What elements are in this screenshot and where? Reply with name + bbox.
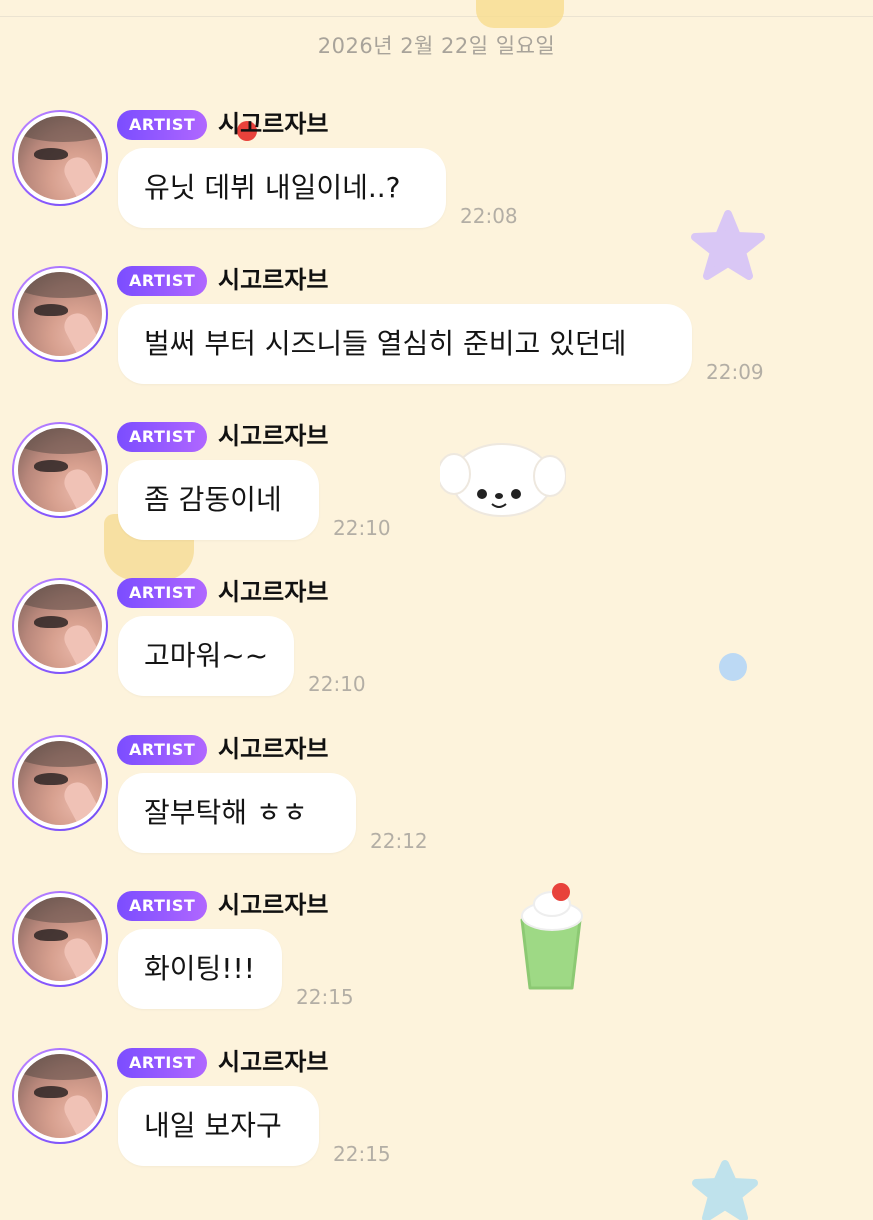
message-row: ARTIST 시고르자브 벌써 부터 시즈니들 열심히 준비고 있던데 22:0… [0, 266, 873, 416]
message-row: ARTIST 시고르자브 고마워~~ 22:10 [0, 578, 873, 728]
artist-badge: ARTIST [117, 578, 208, 608]
message-bubble[interactable]: 벌써 부터 시즈니들 열심히 준비고 있던데 [118, 304, 692, 384]
message-bubble[interactable]: 고마워~~ [118, 616, 294, 696]
message-timestamp: 22:15 [333, 1142, 391, 1166]
sender-name[interactable]: 시고르자브 [218, 733, 328, 765]
message-row: ARTIST 시고르자브 유닛 데뷔 내일이네..? 22:08 [0, 110, 873, 260]
message-row: ARTIST 시고르자브 화이팅!!! 22:15 [0, 891, 873, 1041]
artist-badge: ARTIST [117, 891, 208, 921]
avatar[interactable] [12, 891, 108, 987]
cake-sticker-decoration [476, 0, 564, 28]
message-timestamp: 22:09 [706, 360, 764, 384]
message-timestamp: 22:10 [308, 672, 366, 696]
message-timestamp: 22:15 [296, 985, 354, 1009]
message-timestamp: 22:08 [460, 204, 518, 228]
message-timestamp: 22:12 [370, 829, 428, 853]
artist-badge: ARTIST [117, 422, 208, 452]
artist-badge: ARTIST [117, 735, 208, 765]
message-row: ARTIST 시고르자브 좀 감동이네 22:10 [0, 422, 873, 572]
top-divider [0, 16, 873, 17]
artist-badge: ARTIST [117, 1048, 208, 1078]
sender-name[interactable]: 시고르자브 [218, 576, 328, 608]
avatar[interactable] [12, 1048, 108, 1144]
sender-name[interactable]: 시고르자브 [218, 889, 328, 921]
artist-badge: ARTIST [117, 110, 208, 140]
sender-name[interactable]: 시고르자브 [218, 420, 328, 452]
message-row: ARTIST 시고르자브 잘부탁해 ㅎㅎ 22:12 [0, 735, 873, 885]
message-bubble[interactable]: 화이팅!!! [118, 929, 282, 1009]
avatar[interactable] [12, 266, 108, 362]
message-bubble[interactable]: 유닛 데뷔 내일이네..? [118, 148, 446, 228]
message-bubble[interactable]: 잘부탁해 ㅎㅎ [118, 773, 356, 853]
avatar[interactable] [12, 110, 108, 206]
date-separator: 2026년 2월 22일 일요일 [317, 34, 556, 58]
message-row: ARTIST 시고르자브 내일 보자구 22:15 [0, 1048, 873, 1198]
message-timestamp: 22:10 [333, 516, 391, 540]
avatar[interactable] [12, 578, 108, 674]
message-bubble[interactable]: 내일 보자구 [118, 1086, 319, 1166]
sender-name[interactable]: 시고르자브 [218, 108, 328, 140]
sender-name[interactable]: 시고르자브 [218, 1046, 328, 1078]
message-bubble[interactable]: 좀 감동이네 [118, 460, 319, 540]
sender-name[interactable]: 시고르자브 [218, 264, 328, 296]
artist-badge: ARTIST [117, 266, 208, 296]
avatar[interactable] [12, 735, 108, 831]
avatar[interactable] [12, 422, 108, 518]
